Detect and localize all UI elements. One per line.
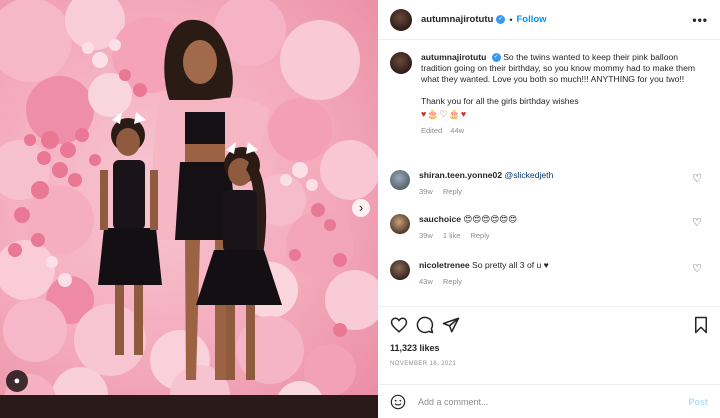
comment-text: So pretty all 3 of u ♥ — [472, 260, 549, 270]
comment-body: shiran.teen.yonne02 @slickedjeth 39w Rep… — [419, 170, 710, 197]
comment-item: nicoletrenee So pretty all 3 of u ♥ 43w … — [390, 260, 710, 287]
more-options-icon[interactable]: ••• — [692, 13, 708, 27]
tagged-user-icon[interactable]: ● — [6, 370, 28, 392]
comment-mention[interactable]: @slickedjeth — [505, 170, 554, 180]
like-comment-heart-icon[interactable]: ♡ — [692, 172, 702, 185]
reply-button[interactable]: Reply — [443, 187, 462, 196]
verified-badge-icon: ✓ — [496, 15, 506, 24]
floor — [0, 395, 378, 418]
post-side-panel: autumnajirotutu ✓ • Follow ••• autumnaji… — [378, 0, 720, 418]
caption-age: 44w — [450, 126, 465, 136]
caption-verified-badge-icon: ✓ — [491, 53, 501, 63]
post-caption: autumnajirotutu ✓ So the twins wanted to… — [378, 40, 720, 136]
caption-meta: Edited 44w — [421, 125, 708, 136]
reply-button[interactable]: Reply — [470, 231, 489, 240]
comment-text: 😍😍😍😍😍😍 — [463, 214, 518, 224]
post-photo[interactable]: › ● — [0, 0, 378, 418]
instagram-post-modal: › ● autumnajirotutu ✓ • Follow ••• autum… — [0, 0, 720, 418]
post-header: autumnajirotutu ✓ • Follow ••• — [378, 0, 720, 40]
author-avatar[interactable] — [390, 8, 412, 31]
comment-body: sauchoice 😍😍😍😍😍😍 39w 1 like Reply — [419, 214, 710, 241]
reply-button[interactable]: Reply — [443, 277, 462, 286]
comment-bubble-icon[interactable] — [416, 316, 434, 334]
caption-edited: Edited — [421, 126, 443, 136]
author-username[interactable]: autumnajirotutu — [421, 14, 493, 25]
comment-username[interactable]: sauchoice — [419, 214, 461, 224]
commenter-avatar[interactable] — [390, 214, 410, 234]
comment-username[interactable]: shiran.teen.yonne02 — [419, 170, 502, 180]
comment-like-count[interactable]: 1 like — [443, 231, 461, 240]
commenter-avatar[interactable] — [390, 260, 410, 280]
save-bookmark-icon[interactable] — [692, 316, 710, 334]
share-paper-plane-icon[interactable] — [442, 316, 460, 334]
comment-username[interactable]: nicoletrenee — [419, 260, 470, 270]
photo-illustration — [0, 0, 378, 418]
like-comment-heart-icon[interactable]: ♡ — [692, 216, 702, 229]
caption-text-paragraph: autumnajirotutu ✓ So the twins wanted to… — [421, 52, 708, 86]
like-count[interactable]: 11,323 likes — [390, 343, 440, 353]
caption-avatar[interactable] — [390, 52, 412, 74]
comment-item: shiran.teen.yonne02 @slickedjeth 39w Rep… — [390, 170, 710, 197]
header-separator: • — [509, 14, 513, 25]
caption-body: autumnajirotutu ✓ So the twins wanted to… — [421, 52, 708, 136]
like-comment-heart-icon[interactable]: ♡ — [692, 262, 702, 275]
post-date[interactable]: NOVEMBER 16, 2021 — [390, 361, 456, 367]
comment-item: sauchoice 😍😍😍😍😍😍 39w 1 like Reply ♡ — [390, 214, 710, 241]
comment-age: 43w — [419, 277, 433, 286]
comment-meta: 43w Reply — [419, 276, 710, 287]
add-comment-input[interactable] — [416, 395, 689, 408]
caption-username[interactable]: autumnajirotutu — [421, 52, 486, 62]
comment-meta: 39w Reply — [419, 186, 710, 197]
caption-thanks: Thank you for all the girls birthday wis… — [421, 95, 579, 106]
comment-age: 39w — [419, 231, 433, 240]
like-heart-icon[interactable] — [390, 316, 408, 334]
comments-section[interactable]: autumnajirotutu ✓ So the twins wanted to… — [378, 40, 720, 306]
caption-thanks-paragraph: Thank you for all the girls birthday wis… — [421, 96, 708, 107]
comment-meta: 39w 1 like Reply — [419, 230, 710, 241]
post-actions-bar — [378, 306, 720, 346]
follow-button[interactable]: Follow — [516, 14, 546, 25]
post-comment-button[interactable]: Post — [688, 397, 708, 407]
comment-age: 39w — [419, 187, 433, 196]
next-photo-arrow-icon[interactable]: › — [352, 199, 370, 217]
commenter-avatar[interactable] — [390, 170, 410, 190]
comment-body: nicoletrenee So pretty all 3 of u ♥ 43w … — [419, 260, 710, 287]
add-comment-bar: Post — [378, 384, 720, 418]
emoji-smile-icon[interactable] — [390, 394, 406, 410]
caption-emojis: ♥🎂♡🎂♥ — [421, 108, 468, 119]
